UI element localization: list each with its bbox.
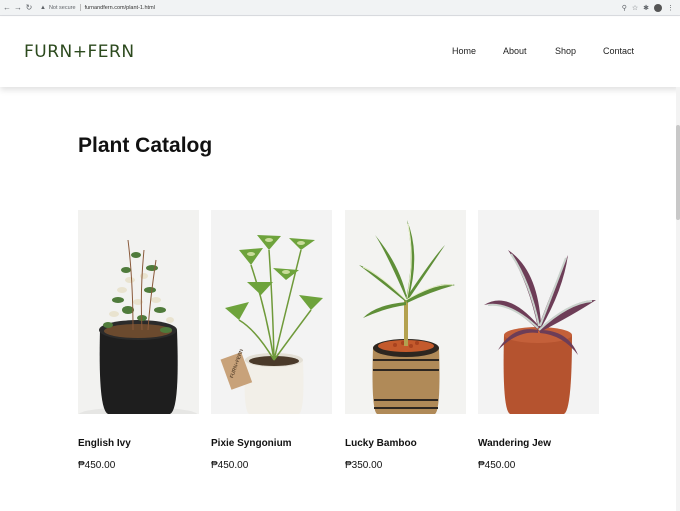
product-image[interactable]: [345, 210, 466, 414]
forward-arrow-icon[interactable]: →: [13, 2, 23, 14]
wandering-jew-plant-image: [478, 210, 599, 414]
product-name[interactable]: Pixie Syngonium: [211, 438, 332, 449]
reload-icon[interactable]: ↻: [24, 2, 34, 14]
lucky-bamboo-plant-image: [345, 210, 466, 414]
product-card[interactable]: Lucky Bamboo ₱350.00: [345, 210, 466, 471]
page-title: Plant Catalog: [78, 134, 213, 157]
product-price: ₱350.00: [345, 460, 383, 471]
product-name[interactable]: Lucky Bamboo: [345, 438, 466, 449]
pixie-syngonium-plant-image: FURN+FERN: [211, 210, 332, 414]
profile-avatar-icon[interactable]: [654, 3, 662, 12]
nav-home-link[interactable]: Home: [452, 46, 476, 56]
browser-actions: ⚲ ☆ ✱ ⋮: [622, 3, 674, 12]
browser-toolbar: ← → ↻ ▲ Not secure furnandfern.com/plant…: [0, 0, 680, 16]
product-image[interactable]: [478, 210, 599, 414]
scrollbar-thumb[interactable]: [676, 125, 680, 220]
back-arrow-icon[interactable]: ←: [2, 2, 12, 14]
nav-about-link[interactable]: About: [503, 46, 527, 56]
product-image[interactable]: [78, 210, 199, 414]
security-label[interactable]: Not secure: [49, 5, 76, 11]
product-card[interactable]: English Ivy ₱450.00: [78, 210, 199, 471]
product-price: ₱450.00: [211, 460, 249, 471]
product-name[interactable]: Wandering Jew: [478, 438, 599, 449]
address-bar[interactable]: ▲ Not secure furnandfern.com/plant-1.htm…: [40, 2, 622, 14]
product-name[interactable]: English Ivy: [78, 438, 199, 449]
product-price: ₱450.00: [78, 460, 116, 471]
nav-contact-link[interactable]: Contact: [603, 46, 634, 56]
url-text[interactable]: furnandfern.com/plant-1.html: [85, 5, 155, 11]
product-price: ₱450.00: [478, 460, 516, 471]
product-card[interactable]: Wandering Jew ₱450.00: [478, 210, 599, 471]
site-logo[interactable]: FURN+FERN: [24, 42, 135, 62]
browser-nav-buttons: ← → ↻: [2, 2, 34, 14]
more-menu-icon[interactable]: ⋮: [667, 4, 674, 12]
product-card[interactable]: FURN+FERN Pixie Syngonium ₱450.00: [211, 210, 332, 471]
english-ivy-plant-image: [78, 210, 199, 414]
extensions-icon[interactable]: ✱: [643, 4, 649, 12]
warning-icon[interactable]: ▲: [40, 5, 46, 11]
product-image[interactable]: FURN+FERN: [211, 210, 332, 414]
site-header: FURN+FERN Home About Shop Contact: [0, 17, 680, 87]
star-icon[interactable]: ☆: [632, 4, 638, 12]
nav-shop-link[interactable]: Shop: [555, 46, 576, 56]
address-divider: [79, 4, 81, 11]
zoom-icon[interactable]: ⚲: [622, 4, 627, 12]
